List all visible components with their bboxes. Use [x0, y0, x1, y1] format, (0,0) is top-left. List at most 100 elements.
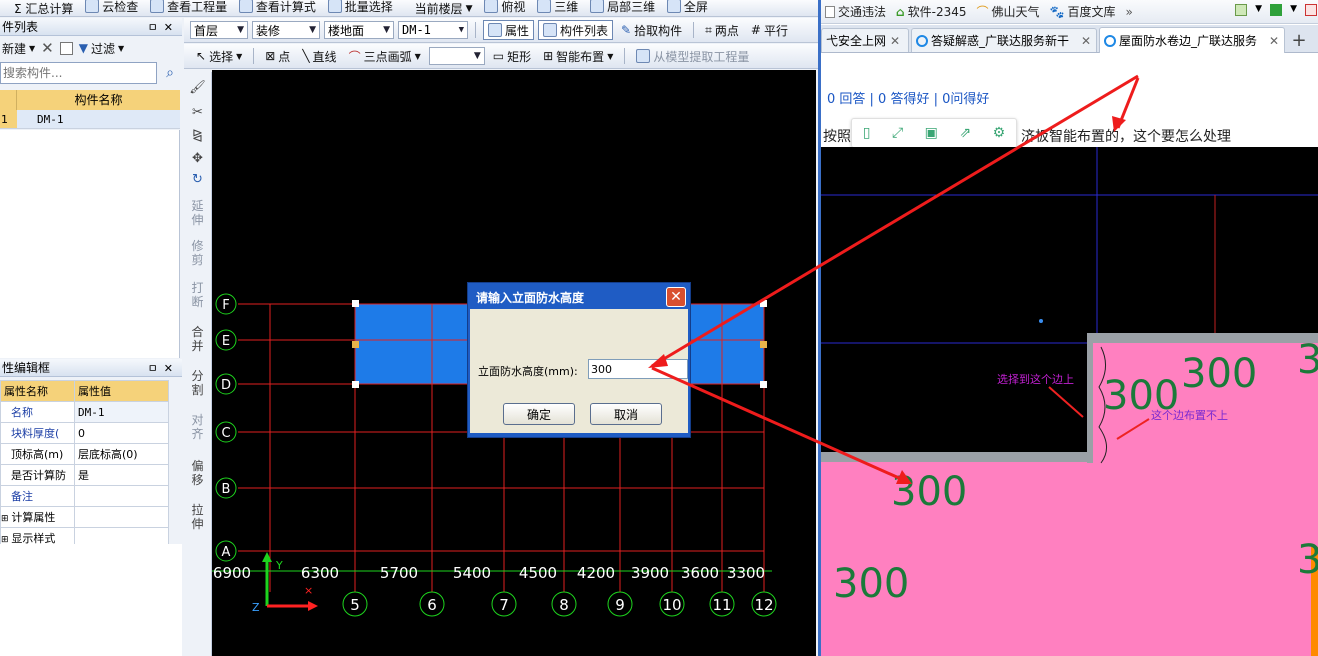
dropdown-arrow-icon[interactable]: ▼ [1290, 4, 1297, 16]
3d-button[interactable]: 三维 [533, 0, 582, 16]
close-icon[interactable]: ✕ [1081, 34, 1091, 48]
grip-handle[interactable] [352, 341, 359, 348]
component-combo[interactable]: DM-1 ▼ [398, 21, 468, 39]
panel-pin-close-icon[interactable]: ㅁ✕ [148, 19, 182, 35]
merge-tool[interactable]: 合并 [192, 325, 204, 353]
line-tool-button[interactable]: ╲ 直线 [298, 46, 340, 66]
property-value-cell[interactable]: 是 [74, 464, 169, 486]
fullscreen-icon[interactable]: ⤢ [892, 125, 903, 141]
copy-icon[interactable] [59, 41, 73, 55]
table-row[interactable]: 1 DM-1 [0, 110, 180, 129]
split-tool[interactable]: 分割 [192, 369, 204, 397]
formula-icon [238, 0, 253, 13]
draw-mode-combo[interactable]: ▼ [428, 47, 485, 65]
properties-toggle-button[interactable]: 属性 [483, 20, 535, 40]
browser-tab[interactable]: 答疑解惑_广联达服务新干 ✕ [911, 28, 1097, 52]
grip-handle[interactable] [352, 381, 359, 388]
grip-handle[interactable] [760, 381, 767, 388]
filter-button[interactable]: ▼ 过滤 ▼ [79, 38, 124, 58]
cloud-check-button[interactable]: 云检查 [81, 0, 142, 16]
delete-icon[interactable]: ✕ [41, 39, 54, 57]
arc-tool-button[interactable]: ⌒ 三点画弧 ▼ [345, 46, 425, 66]
grip-handle[interactable] [760, 341, 767, 348]
brush-icon[interactable]: 🖌 [189, 80, 206, 95]
browser-tab[interactable]: 弋安全上网 ✕ [821, 28, 909, 52]
property-value-cell[interactable]: 层底标高(0) [74, 443, 169, 465]
table-row[interactable]: 是否计算防 是 [0, 464, 169, 486]
table-row[interactable]: ⊞ 计算属性 [0, 506, 169, 528]
current-floor-combo[interactable]: 当前楼层 ▼ [411, 0, 477, 16]
trim-tool[interactable]: 修剪 [192, 239, 204, 267]
category-combo[interactable]: 装修 ▼ [252, 21, 320, 39]
search-icon[interactable]: ⌕ [160, 62, 180, 84]
question-image[interactable]: 300 300 300 300 30 30 选择到这个边上 这个边布置不上 [821, 147, 1318, 656]
bookmark-item[interactable]: 交通违法 [825, 3, 886, 20]
pdf-icon[interactable] [1305, 4, 1317, 16]
table-row[interactable]: 顶标高(m) 层底标高(0) [0, 443, 169, 465]
move-icon[interactable]: ✥ [192, 151, 203, 166]
table-row[interactable]: 块料厚度( 0 [0, 422, 169, 444]
offset-tool[interactable]: 偏移 [192, 459, 204, 487]
property-value-cell[interactable]: 0 [74, 422, 169, 444]
fullscreen-button[interactable]: 全屏 [663, 0, 712, 16]
bookmark-item[interactable]: 🐾 百度文库 [1050, 3, 1116, 20]
break-tool[interactable]: 打断 [192, 281, 204, 309]
summary-calc-button[interactable]: Σ 汇总计算 [10, 0, 77, 16]
save-icon[interactable]: ▣ [925, 125, 938, 141]
apps-grid-icon[interactable] [1235, 4, 1248, 16]
view-quantity-button[interactable]: 查看工程量 [146, 0, 231, 16]
local-3d-button[interactable]: 局部三维 [586, 0, 659, 16]
phone-icon[interactable]: ▯ [863, 125, 871, 141]
panel-pin-close-icon[interactable]: ㅁ✕ [148, 360, 182, 376]
table-row[interactable]: 名称 DM-1 [0, 401, 169, 423]
toolbar-extensions[interactable]: ▼ ▼ [1235, 4, 1317, 16]
browser-tab-active[interactable]: 屋面防水卷边_广联达服务 ✕ [1099, 27, 1285, 53]
gear-icon[interactable]: ⚙ [993, 125, 1006, 141]
grip-handle[interactable] [760, 300, 767, 307]
bookmark-item[interactable]: ⌒ 佛山天气 [976, 3, 1039, 20]
new-component-button[interactable]: 新建 ▼ [2, 38, 35, 58]
type-combo[interactable]: 楼地面 ▼ [324, 21, 394, 39]
rotate-icon[interactable]: ↻ [192, 172, 203, 187]
component-search-input[interactable] [0, 62, 157, 84]
two-point-button[interactable]: ⌗ 两点 [701, 20, 743, 40]
top-view-button[interactable]: 俯视 [480, 0, 529, 16]
table-row[interactable]: 备注 [0, 485, 169, 507]
view-formula-button[interactable]: 查看计算式 [235, 0, 320, 16]
property-group-cell[interactable]: ⊞ 计算属性 [0, 506, 75, 528]
batch-select-button[interactable]: 批量选择 [324, 0, 397, 16]
share-icon[interactable]: ⇗ [959, 125, 971, 141]
cancel-button[interactable]: 取消 [590, 403, 662, 425]
property-value-cell[interactable]: DM-1 [74, 401, 169, 423]
close-icon[interactable]: ✕ [890, 34, 900, 48]
close-icon[interactable]: ✕ [1269, 34, 1279, 48]
expand-plus-icon[interactable]: ⊞ [1, 514, 11, 524]
point-tool-button[interactable]: ⊠ 点 [261, 46, 294, 66]
select-tool-button[interactable]: ↖ 选择 ▼ [192, 46, 246, 66]
parallel-button[interactable]: # 平行 [747, 20, 792, 40]
rect-tool-button[interactable]: ▭ 矩形 [489, 46, 535, 66]
dropdown-arrow-icon[interactable]: ▼ [1255, 4, 1262, 16]
align-tool[interactable]: 对齐 [192, 413, 204, 441]
pick-component-button[interactable]: ✎ 拾取构件 [617, 20, 686, 40]
bookmark-item[interactable]: ⌂ 软件-2345 [896, 3, 966, 20]
extract-quantity-button[interactable]: 从模型提取工程量 [632, 46, 753, 66]
floor-combo[interactable]: 首层 ▼ [190, 21, 248, 39]
stretch-tool[interactable]: 拉伸 [192, 503, 204, 531]
question-stats[interactable]: 0 回答 | 0 答得好 | 0问得好 [827, 88, 989, 107]
mirror-icon[interactable]: ⧎ [192, 128, 203, 143]
component-list-toggle-button[interactable]: 构件列表 [538, 20, 614, 40]
new-tab-button[interactable]: + [1287, 28, 1311, 52]
more-bookmarks-icon[interactable]: » [1125, 5, 1132, 19]
property-value-cell[interactable] [74, 485, 169, 507]
dialog-titlebar[interactable]: 请输入立面防水高度 ✕ [470, 285, 688, 309]
waterproof-height-input[interactable] [588, 359, 688, 379]
grip-handle[interactable] [352, 300, 359, 307]
ok-button[interactable]: 确定 [503, 403, 575, 425]
extend-tool[interactable]: 延伸 [192, 199, 204, 227]
scissors-icon[interactable]: ✂ [192, 105, 203, 120]
green-app-icon[interactable] [1270, 4, 1283, 16]
main-toolbar: Σ 汇总计算 云检查 查看工程量 查看计算式 批量选择 当前楼层 ▼ 俯视 三维 … [0, 0, 818, 17]
close-icon[interactable]: ✕ [666, 287, 686, 307]
smart-layout-button[interactable]: ⊞ 智能布置 ▼ [539, 46, 617, 66]
